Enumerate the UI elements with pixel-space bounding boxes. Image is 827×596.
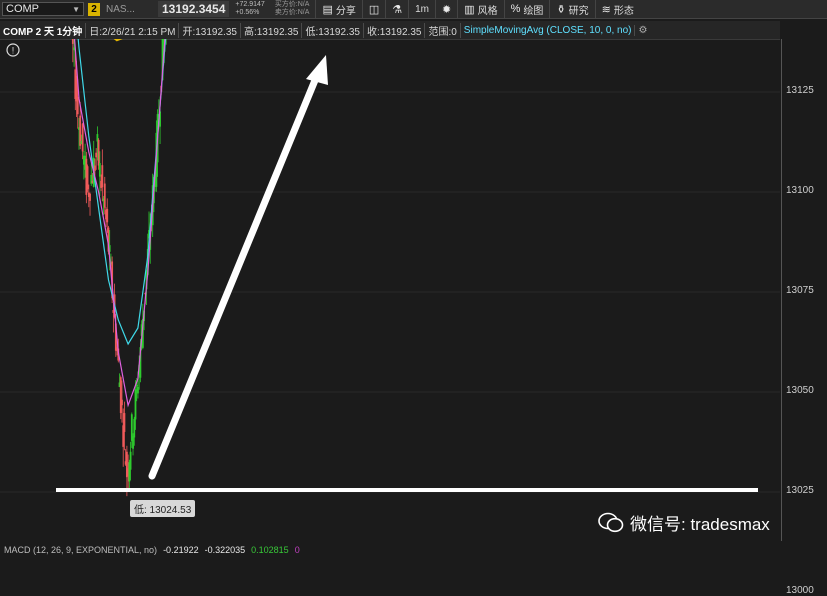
trend-arrow-head <box>306 55 328 85</box>
macd-header: MACD (12, 26, 9, EXPONENTIAL, no) -0.219… <box>0 544 827 556</box>
patterns-label: 形态 <box>613 5 634 17</box>
gear-icon[interactable]: ⚙ <box>635 25 650 36</box>
candle-body <box>86 166 89 190</box>
share-icon: ▤ <box>322 3 333 16</box>
candle-body <box>121 399 123 406</box>
macd-diff: 0.102815 <box>251 545 289 555</box>
percent-icon: % <box>510 3 521 15</box>
top-toolbar: COMP ▼ 2 NAS... 13192.3454 +72.9147 +0.5… <box>0 0 827 19</box>
ask-value: 卖方价:N/A <box>274 9 310 16</box>
candle-body <box>137 386 139 394</box>
svg-text:!: ! <box>12 46 15 56</box>
symbol-value: COMP <box>6 3 39 15</box>
chart-info-bar: COMP 2 天 1分钟 日:2/26/21 2:15 PM 开:13192.3… <box>0 21 780 40</box>
macd-value: -0.21922 <box>163 545 199 555</box>
chevron-down-icon[interactable]: ▼ <box>72 5 80 14</box>
candle-body <box>101 165 104 188</box>
info-icon: ! <box>6 43 20 57</box>
candle-body <box>89 193 91 201</box>
net-change: +72.9147 +0.56% <box>235 1 264 17</box>
image-button[interactable]: ◫ <box>361 0 385 18</box>
last-price: 13192.3454 <box>158 1 230 17</box>
beaker-button[interactable]: ⚗ <box>385 0 408 18</box>
chart-grid <box>0 91 780 493</box>
draw-button[interactable]: % 绘图 <box>503 0 550 18</box>
net-change-value: +72.9147 <box>235 1 265 8</box>
candle-body <box>134 389 137 420</box>
sma-line-slow <box>113 39 123 42</box>
candle-body <box>94 165 96 171</box>
candle-body <box>76 96 79 115</box>
draw-label: 绘图 <box>523 5 544 17</box>
axis-tick-label: 13025 <box>786 485 814 496</box>
candlestick-icon: ▥ <box>464 3 475 16</box>
gear-icon: ✹ <box>442 3 452 16</box>
candle-body <box>119 377 122 414</box>
axis-tick-label: 13050 <box>786 385 814 396</box>
candle-body <box>98 163 101 177</box>
pattern-icon: ≋ <box>601 3 611 16</box>
axis-tick-label: 13100 <box>786 185 814 196</box>
macd-zero: 0 <box>294 545 300 555</box>
price-chart[interactable]: ! <box>0 39 780 544</box>
macd-avg: -0.322035 <box>204 545 246 555</box>
bid-ask: 买方价:N/A 卖方价:N/A <box>275 1 310 17</box>
watermark: 微信号: tradesmax <box>598 510 770 535</box>
candlesticks <box>71 39 167 497</box>
candle-body <box>106 208 109 223</box>
info-high: 高:13192.35 <box>241 22 303 38</box>
candle-body <box>97 139 100 166</box>
ma-line-magenta <box>73 39 166 408</box>
instrument-name: NAS... <box>106 3 135 15</box>
patterns-button[interactable]: ≋ 形态 <box>594 0 640 18</box>
flask-icon: ⚱ <box>556 3 566 16</box>
candle-body <box>129 451 132 470</box>
candle-body <box>95 152 98 158</box>
bid-value: 买方价:N/A <box>274 1 310 8</box>
study-label[interactable]: SimpleMovingAvg (CLOSE, 10, 0, no) <box>461 24 636 36</box>
candle-body <box>71 39 74 44</box>
candle-body <box>133 418 136 438</box>
settings-button[interactable]: ✹ <box>435 0 457 18</box>
chart-title[interactable]: COMP 2 天 1分钟 <box>0 22 87 38</box>
watermark-text: 微信号: tradesmax <box>630 515 770 534</box>
candle-body <box>81 123 84 152</box>
wechat-icon <box>598 512 624 534</box>
style-button[interactable]: ▥ 风格 <box>457 0 503 18</box>
candle-body <box>123 413 126 432</box>
axis-tick-label: 13075 <box>786 285 814 296</box>
info-close: 收:13192.35 <box>364 22 426 38</box>
beaker-icon: ⚗ <box>392 3 403 16</box>
low-label: 低: 13024.53 <box>130 500 196 517</box>
symbol-input[interactable]: COMP ▼ <box>2 2 84 16</box>
info-date: 日:2/26/21 2:15 PM <box>86 22 180 38</box>
studies-button[interactable]: ⚱ 研究 <box>549 0 594 18</box>
share-label: 分享 <box>335 5 356 17</box>
candle-body <box>132 436 134 449</box>
info-low: 低:13192.35 <box>302 22 364 38</box>
info-range: 范围:0 <box>425 22 461 38</box>
style-label: 风格 <box>477 5 498 17</box>
image-icon: ◫ <box>368 3 380 16</box>
link-badge[interactable]: 2 <box>88 2 100 16</box>
price-axis[interactable]: 1337513350133251330013275132501322513200… <box>781 39 827 596</box>
trend-arrow <box>148 69 322 480</box>
studies-label: 研究 <box>568 5 589 17</box>
share-button[interactable]: ▤ 分享 <box>315 0 361 18</box>
interval-button[interactable]: 1m <box>408 0 435 18</box>
info-open: 开:13192.35 <box>179 22 241 38</box>
axis-tick-label: 13000 <box>786 585 814 596</box>
candle-body <box>103 183 106 208</box>
interval-label: 1m <box>415 3 430 15</box>
macd-label[interactable]: MACD (12, 26, 9, EXPONENTIAL, no) <box>4 545 157 555</box>
pct-change-value: +0.56% <box>235 9 260 16</box>
axis-tick-label: 13125 <box>786 85 814 96</box>
